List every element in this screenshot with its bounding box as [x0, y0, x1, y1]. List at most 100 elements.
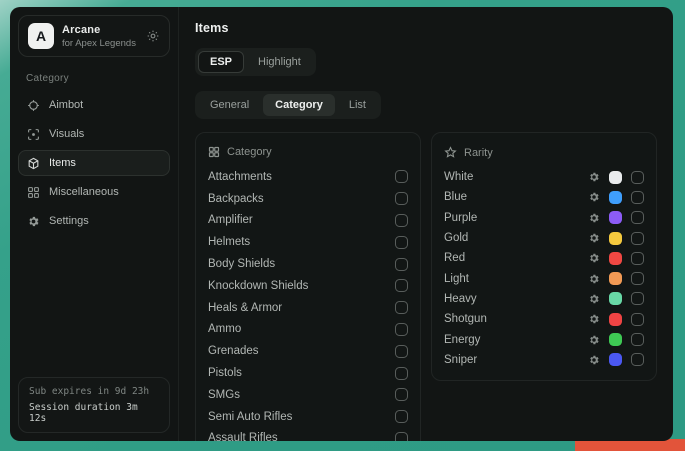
- category-checkbox[interactable]: [395, 345, 408, 358]
- rarity-row: Light: [444, 268, 644, 288]
- rarity-settings-gear-icon[interactable]: [588, 252, 600, 264]
- scan-eye-icon: [27, 128, 40, 141]
- crosshair-icon: [27, 99, 40, 112]
- category-row-label: Knockdown Shields: [208, 280, 308, 292]
- category-row: Backpacks: [208, 188, 408, 210]
- mode-option-esp[interactable]: ESP: [198, 51, 244, 73]
- sidebar-item-visuals[interactable]: Visuals: [18, 121, 170, 147]
- sidebar-nav: Aimbot Visuals Items: [18, 92, 170, 234]
- rarity-checkbox[interactable]: [631, 171, 644, 184]
- rarity-settings-gear-icon[interactable]: [588, 354, 600, 366]
- sidebar-section-label: Category: [26, 73, 162, 84]
- category-row-label: Amplifier: [208, 214, 253, 226]
- sidebar-item-miscellaneous[interactable]: Miscellaneous: [18, 179, 170, 205]
- star-icon: [444, 146, 457, 159]
- rarity-checkbox[interactable]: [631, 313, 644, 326]
- app-name: Arcane: [62, 24, 138, 36]
- category-checkbox[interactable]: [395, 432, 408, 441]
- category-row: Helmets: [208, 231, 408, 253]
- category-row-label: Helmets: [208, 236, 250, 248]
- sidebar-item-label: Visuals: [49, 128, 84, 140]
- category-panel: Category Attachments Backpacks: [195, 132, 421, 441]
- category-row: Knockdown Shields: [208, 275, 408, 297]
- rarity-color-swatch[interactable]: [609, 313, 622, 326]
- brand-card: A Arcane for Apex Legends: [18, 15, 170, 57]
- rarity-checkbox[interactable]: [631, 252, 644, 265]
- tab-category[interactable]: Category: [263, 94, 335, 116]
- rarity-row-label: Light: [444, 273, 469, 285]
- rarity-checkbox[interactable]: [631, 211, 644, 224]
- rarity-color-swatch[interactable]: [609, 333, 622, 346]
- category-checkbox[interactable]: [395, 214, 408, 227]
- rarity-settings-gear-icon[interactable]: [588, 313, 600, 325]
- rarity-row: Red: [444, 248, 644, 268]
- sub-expires-text: Sub expires in 9d 23h: [29, 386, 159, 397]
- sidebar: A Arcane for Apex Legends Category: [10, 7, 178, 441]
- category-checkbox[interactable]: [395, 258, 408, 271]
- category-row: Attachments: [208, 166, 408, 188]
- category-checkbox[interactable]: [395, 170, 408, 183]
- rarity-panel: Rarity White: [431, 132, 657, 381]
- grid-icon: [27, 186, 40, 199]
- category-checkbox[interactable]: [395, 323, 408, 336]
- rarity-settings-gear-icon[interactable]: [588, 334, 600, 346]
- subscription-status-card: Sub expires in 9d 23h Session duration 3…: [18, 377, 170, 433]
- sidebar-item-aimbot[interactable]: Aimbot: [18, 92, 170, 118]
- rarity-row: Heavy: [444, 289, 644, 309]
- category-row-label: Grenades: [208, 345, 259, 357]
- rarity-color-swatch[interactable]: [609, 292, 622, 305]
- rarity-checkbox[interactable]: [631, 292, 644, 305]
- rarity-row: Gold: [444, 228, 644, 248]
- rarity-checkbox[interactable]: [631, 333, 644, 346]
- rarity-settings-gear-icon[interactable]: [588, 273, 600, 285]
- app-subtitle: for Apex Legends: [62, 38, 138, 49]
- category-checkbox[interactable]: [395, 367, 408, 380]
- category-row: Ammo: [208, 319, 408, 341]
- rarity-color-swatch[interactable]: [609, 171, 622, 184]
- rarity-color-swatch[interactable]: [609, 252, 622, 265]
- rarity-settings-gear-icon[interactable]: [588, 212, 600, 224]
- rarity-row-label: White: [444, 171, 473, 183]
- rarity-settings-gear-icon[interactable]: [588, 171, 600, 183]
- category-row: Body Shields: [208, 253, 408, 275]
- category-checkbox[interactable]: [395, 192, 408, 205]
- category-row: Grenades: [208, 340, 408, 362]
- category-row: SMGs: [208, 384, 408, 406]
- category-row: Assault Rifles: [208, 428, 408, 441]
- rarity-settings-gear-icon[interactable]: [588, 232, 600, 244]
- rarity-row-label: Sniper: [444, 354, 477, 366]
- category-checkbox[interactable]: [395, 279, 408, 292]
- rarity-settings-gear-icon[interactable]: [588, 191, 600, 203]
- tab-general[interactable]: General: [198, 94, 261, 116]
- rarity-settings-gear-icon[interactable]: [588, 293, 600, 305]
- rarity-color-swatch[interactable]: [609, 191, 622, 204]
- rarity-checkbox[interactable]: [631, 272, 644, 285]
- app-window: A Arcane for Apex Legends Category: [10, 7, 673, 441]
- rarity-color-swatch[interactable]: [609, 272, 622, 285]
- category-row-label: Attachments: [208, 171, 272, 183]
- box-icon: [27, 157, 40, 170]
- category-checkbox[interactable]: [395, 410, 408, 423]
- rarity-checkbox[interactable]: [631, 191, 644, 204]
- rarity-color-swatch[interactable]: [609, 211, 622, 224]
- sidebar-item-label: Miscellaneous: [49, 186, 119, 198]
- rarity-row-label: Heavy: [444, 293, 477, 305]
- brand-gear-icon[interactable]: [146, 29, 160, 43]
- category-row-label: Assault Rifles: [208, 432, 278, 441]
- category-checkbox[interactable]: [395, 301, 408, 314]
- rarity-color-swatch[interactable]: [609, 232, 622, 245]
- sidebar-item-label: Aimbot: [49, 99, 83, 111]
- category-panel-title: Category: [227, 146, 272, 158]
- rarity-color-swatch[interactable]: [609, 353, 622, 366]
- mode-option-highlight[interactable]: Highlight: [246, 51, 313, 73]
- rarity-checkbox[interactable]: [631, 353, 644, 366]
- category-row-label: Ammo: [208, 323, 241, 335]
- sidebar-item-settings[interactable]: Settings: [18, 208, 170, 234]
- category-checkbox[interactable]: [395, 236, 408, 249]
- category-checkbox[interactable]: [395, 388, 408, 401]
- session-duration-text: Session duration 3m 12s: [29, 402, 159, 424]
- tab-list[interactable]: List: [337, 94, 378, 116]
- sidebar-item-items[interactable]: Items: [18, 150, 170, 176]
- category-row-label: Semi Auto Rifles: [208, 411, 292, 423]
- rarity-checkbox[interactable]: [631, 232, 644, 245]
